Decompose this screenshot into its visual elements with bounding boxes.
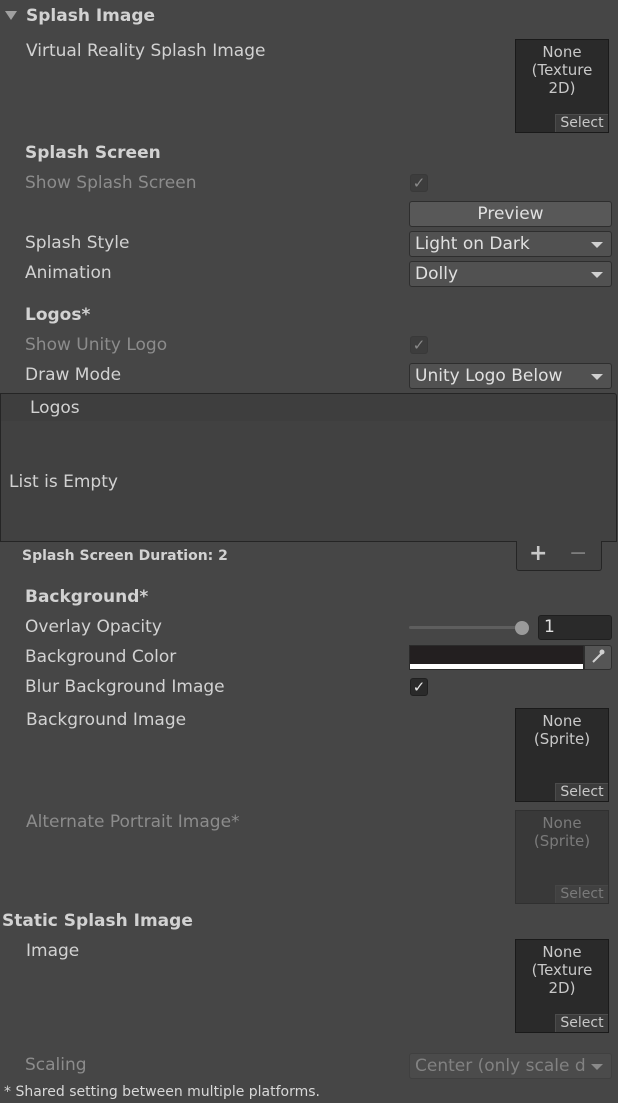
scaling-value: Center (only scale d — [415, 1056, 586, 1076]
alternate-portrait-field[interactable]: None (Sprite) Select — [515, 810, 609, 904]
show-splash-screen-label: Show Splash Screen — [25, 173, 197, 193]
background-image-label: Background Image — [26, 710, 187, 730]
add-logo-button[interactable]: + — [529, 541, 547, 567]
overlay-opacity-input[interactable]: 1 — [538, 615, 612, 640]
logos-list-header: Logos — [0, 393, 617, 422]
vr-splash-image-field[interactable]: None (Texture 2D) Select — [515, 39, 609, 133]
logos-header: Logos* — [25, 305, 91, 325]
animation-value: Dolly — [415, 264, 458, 284]
splash-screen-header: Splash Screen — [25, 143, 161, 163]
scaling-dropdown[interactable]: Center (only scale d — [409, 1053, 612, 1079]
show-unity-logo-checkbox[interactable]: ✓ — [410, 336, 428, 354]
splash-style-label: Splash Style — [25, 233, 130, 253]
static-splash-header: Static Splash Image — [2, 911, 193, 931]
dropdown-caret-icon — [591, 1064, 603, 1070]
alternate-portrait-label: Alternate Portrait Image* — [26, 812, 240, 832]
static-image-value: None (Texture 2D) — [531, 943, 593, 997]
vr-splash-image-value: None (Texture 2D) — [531, 43, 593, 97]
static-image-select-button[interactable]: Select — [555, 1014, 608, 1032]
splash-duration-label: Splash Screen Duration: 2 — [22, 548, 228, 564]
remove-logo-button[interactable]: − — [569, 541, 587, 567]
foldout-arrow-icon[interactable] — [5, 11, 17, 20]
static-image-label: Image — [26, 941, 80, 961]
show-splash-screen-checkbox[interactable]: ✓ — [410, 174, 428, 192]
alternate-portrait-select-button[interactable]: Select — [555, 885, 608, 903]
vr-splash-image-label: Virtual Reality Splash Image — [26, 41, 266, 61]
alternate-portrait-value: None (Sprite) — [533, 814, 591, 850]
splash-style-dropdown[interactable]: Light on Dark — [409, 231, 612, 257]
logos-list-title: Logos — [30, 398, 80, 418]
splash-image-header[interactable]: Splash Image — [26, 6, 155, 26]
eyedropper-icon — [592, 649, 605, 663]
dropdown-caret-icon — [591, 242, 603, 248]
show-unity-logo-label: Show Unity Logo — [25, 335, 168, 355]
background-image-field[interactable]: None (Sprite) Select — [515, 708, 609, 802]
animation-dropdown[interactable]: Dolly — [409, 261, 612, 287]
background-color-field[interactable] — [409, 645, 584, 670]
eyedropper-button[interactable] — [584, 645, 612, 670]
overlay-opacity-slider-thumb[interactable] — [515, 621, 529, 635]
draw-mode-label: Draw Mode — [25, 365, 122, 385]
overlay-opacity-label: Overlay Opacity — [25, 617, 162, 637]
preview-button[interactable]: Preview — [409, 201, 612, 227]
background-image-value: None (Sprite) — [533, 712, 591, 748]
list-footer: + − — [516, 541, 602, 571]
alpha-bar — [410, 664, 583, 669]
static-image-field[interactable]: None (Texture 2D) Select — [515, 939, 609, 1033]
draw-mode-value: Unity Logo Below — [415, 366, 563, 386]
list-empty-text: List is Empty — [9, 472, 118, 492]
animation-label: Animation — [25, 263, 112, 283]
dropdown-caret-icon — [591, 374, 603, 380]
logos-list-body: List is Empty — [0, 421, 617, 542]
background-image-select-button[interactable]: Select — [555, 783, 608, 801]
overlay-opacity-slider-track[interactable] — [409, 626, 522, 629]
draw-mode-dropdown[interactable]: Unity Logo Below — [409, 363, 612, 389]
dropdown-caret-icon — [591, 272, 603, 278]
vr-splash-image-select-button[interactable]: Select — [555, 114, 608, 132]
footnote: * Shared setting between multiple platfo… — [4, 1084, 321, 1100]
blur-background-checkbox[interactable]: ✓ — [410, 678, 428, 696]
background-header: Background* — [25, 587, 149, 607]
blur-background-label: Blur Background Image — [25, 677, 225, 697]
scaling-label: Scaling — [25, 1055, 87, 1075]
background-color-label: Background Color — [25, 647, 177, 667]
splash-style-value: Light on Dark — [415, 234, 530, 254]
